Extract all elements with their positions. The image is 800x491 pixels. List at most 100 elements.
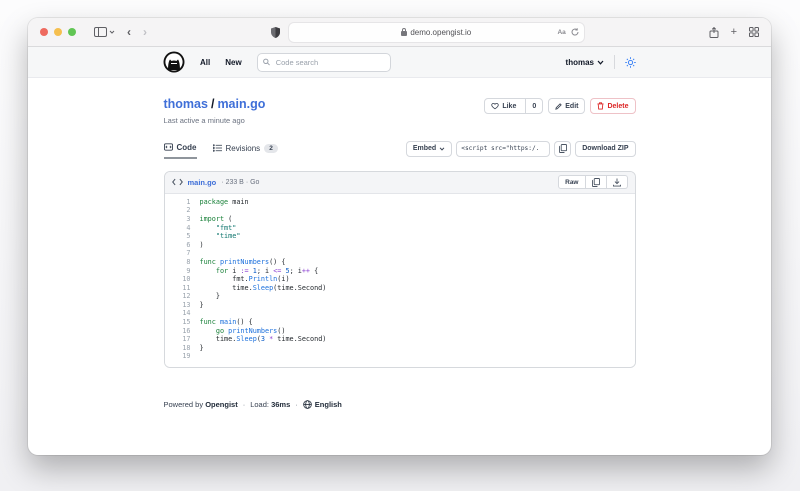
- download-zip-label: Download ZIP: [582, 145, 628, 152]
- code-line: 3import (: [165, 215, 635, 224]
- sidebar-toggle-icon[interactable]: [94, 27, 115, 37]
- load-value: 36ms: [271, 400, 290, 409]
- code-line: 11 time.Sleep(time.Second): [165, 284, 635, 293]
- code-line: 4 "fmt": [165, 224, 635, 233]
- download-icon: [613, 178, 621, 187]
- search-input[interactable]: [274, 57, 385, 68]
- tab-code[interactable]: Code: [164, 143, 197, 159]
- raw-button[interactable]: Raw: [558, 175, 585, 189]
- file-name-link[interactable]: main.go: [188, 178, 217, 187]
- nav-new[interactable]: New: [225, 58, 241, 67]
- user-menu[interactable]: thomas: [566, 58, 604, 67]
- code-line: 6): [165, 241, 635, 250]
- minimize-window-button[interactable]: [54, 28, 62, 36]
- code-line: 10 fmt.Println(i): [165, 275, 635, 284]
- file-card-header: main.go · 233 B · Go Raw: [165, 172, 635, 194]
- code-line: 7: [165, 249, 635, 258]
- code-line: 18}: [165, 344, 635, 353]
- copy-embed-button[interactable]: [554, 141, 571, 157]
- lock-icon: [403, 29, 406, 32]
- code-line: 2: [165, 206, 635, 215]
- gist-title: thomas/main.go: [164, 98, 266, 112]
- opengist-logo[interactable]: [163, 51, 185, 73]
- code-line: 9 for i := 1; i <= 5; i++ {: [165, 267, 635, 276]
- copy-file-button[interactable]: [586, 175, 607, 189]
- code-line: 1package main: [165, 198, 635, 207]
- search-box[interactable]: [257, 53, 391, 72]
- code-line: 5 "time": [165, 232, 635, 241]
- trash-icon: [597, 102, 604, 110]
- pencil-icon: [555, 103, 562, 110]
- line-number: 13: [165, 301, 200, 310]
- tab-revisions[interactable]: Revisions 2: [213, 144, 278, 158]
- delete-button[interactable]: Delete: [590, 98, 635, 114]
- forward-button[interactable]: ›: [143, 26, 147, 38]
- line-number: 16: [165, 327, 200, 336]
- powered-by-text: Powered by: [164, 400, 204, 409]
- download-zip-button[interactable]: Download ZIP: [575, 141, 635, 157]
- embed-snippet-input[interactable]: <script src="https:/.: [456, 141, 550, 157]
- username-label: thomas: [566, 58, 594, 67]
- embed-label: Embed: [413, 145, 436, 152]
- chevron-down-icon: [597, 60, 604, 65]
- brand-link[interactable]: Opengist: [205, 400, 238, 409]
- new-tab-icon[interactable]: +: [731, 26, 737, 38]
- copy-icon: [559, 144, 567, 153]
- line-number: 8: [165, 258, 200, 267]
- footer: Powered by Opengist · Load: 36ms · Engli…: [164, 400, 636, 409]
- like-label: Like: [502, 103, 516, 110]
- line-number: 6: [165, 241, 200, 250]
- back-button[interactable]: ‹: [127, 26, 131, 38]
- close-window-button[interactable]: [40, 28, 48, 36]
- like-count: 0: [525, 99, 542, 113]
- line-number: 3: [165, 215, 200, 224]
- line-number: 19: [165, 352, 200, 361]
- page-settings-icon[interactable]: Aa: [557, 29, 565, 36]
- line-number: 14: [165, 309, 200, 318]
- file-card: main.go · 233 B · Go Raw 1packa: [164, 171, 636, 368]
- tab-overview-icon[interactable]: [749, 27, 759, 37]
- line-number: 5: [165, 232, 200, 241]
- line-number: 7: [165, 249, 200, 258]
- share-icon[interactable]: [709, 27, 719, 38]
- line-number: 17: [165, 335, 200, 344]
- line-number: 2: [165, 206, 200, 215]
- download-file-button[interactable]: [607, 175, 628, 189]
- gist-owner-link[interactable]: thomas: [164, 97, 208, 111]
- code-line: 14: [165, 309, 635, 318]
- site-header: All New thomas: [28, 47, 771, 78]
- file-meta: · 233 B · Go: [221, 179, 259, 186]
- code-block[interactable]: 1package main2 3import (4 "fmt"5 "time"6…: [165, 194, 635, 367]
- globe-icon: [303, 400, 312, 409]
- revisions-count-badge: 2: [264, 144, 278, 153]
- last-active-text: Last active a minute ago: [164, 116, 266, 125]
- theme-toggle-sun-icon[interactable]: [625, 57, 636, 68]
- reload-icon[interactable]: [571, 28, 579, 36]
- heart-icon: [491, 102, 499, 110]
- code-line: 12 }: [165, 292, 635, 301]
- edit-button[interactable]: Edit: [548, 98, 585, 114]
- like-button[interactable]: Like 0: [484, 98, 543, 114]
- browser-window: ‹ › demo.opengist.io Aa +: [28, 18, 771, 455]
- tab-code-label: Code: [177, 143, 197, 152]
- zoom-window-button[interactable]: [68, 28, 76, 36]
- nav-all[interactable]: All: [200, 58, 210, 67]
- chevron-down-icon: [439, 147, 445, 151]
- embed-button[interactable]: Embed: [406, 141, 452, 157]
- privacy-shield-icon[interactable]: [271, 27, 280, 38]
- line-number: 11: [165, 284, 200, 293]
- code-icon: [164, 143, 173, 151]
- line-number: 4: [165, 224, 200, 233]
- search-icon: [263, 58, 270, 66]
- gist-filename-link[interactable]: main.go: [217, 97, 265, 111]
- code-line: 19: [165, 352, 635, 361]
- code-line: 17 time.Sleep(3 * time.Second): [165, 335, 635, 344]
- file-language: Go: [250, 179, 259, 186]
- delete-label: Delete: [607, 103, 628, 110]
- copy-icon: [592, 178, 600, 187]
- language-selector[interactable]: English: [315, 400, 342, 409]
- line-number: 12: [165, 292, 200, 301]
- line-number: 18: [165, 344, 200, 353]
- code-line: 15func main() {: [165, 318, 635, 327]
- address-bar[interactable]: demo.opengist.io Aa: [288, 22, 585, 43]
